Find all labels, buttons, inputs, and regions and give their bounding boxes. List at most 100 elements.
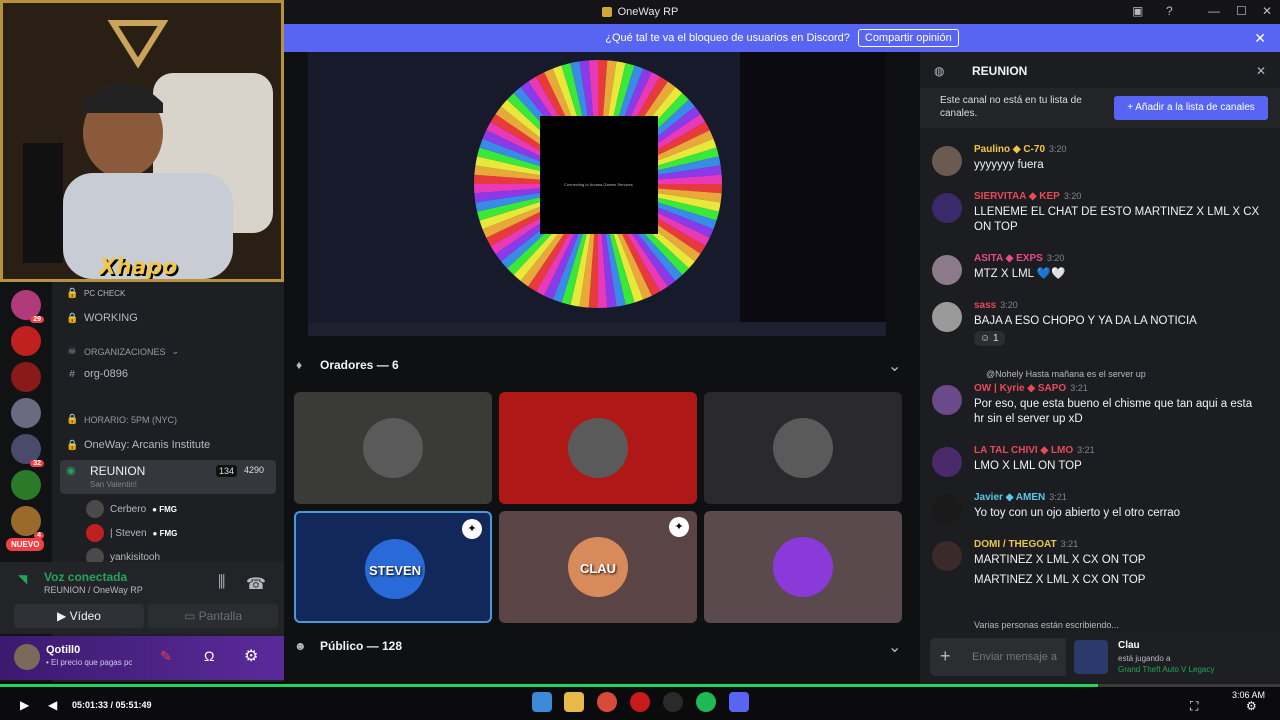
message-text: LMO X LML ON TOP bbox=[974, 460, 1082, 472]
user-count: 4290 bbox=[244, 465, 265, 475]
avatar bbox=[773, 537, 833, 597]
message-author: SIERVITAA ◆ KEP 3:20 bbox=[974, 191, 1082, 202]
app-logo-icon bbox=[601, 7, 612, 17]
disconnect-icon[interactable]: ☎ bbox=[246, 574, 266, 594]
user-tag: ● FMG bbox=[152, 504, 177, 514]
chevron-down-icon[interactable]: ⌄ bbox=[888, 356, 901, 376]
stage-view: Connecting to Arcana Games Services ♦ Or… bbox=[284, 52, 920, 684]
hash-icon: # bbox=[69, 368, 75, 380]
message-author: DOMI / THEGOAT 3:21 bbox=[974, 539, 1079, 550]
thread-icon: ◍ bbox=[934, 64, 945, 78]
category-organizaciones[interactable]: ☠ ORGANIZACIONES ⌄ bbox=[66, 346, 180, 357]
avatar bbox=[363, 418, 423, 478]
server-icon[interactable] bbox=[11, 326, 41, 356]
chat-message[interactable]: sass 3:20 BAJA A ESO CHOPO Y YA DA LA NOTI… bbox=[932, 300, 1272, 351]
speaker-tile[interactable]: STEVEN ✦ bbox=[294, 511, 492, 623]
voice-user-name: | Steven bbox=[110, 527, 147, 539]
play-icon[interactable]: ▶ bbox=[20, 698, 29, 712]
chat-message[interactable]: Javier ◆ AMEN 3:21 Yo toy con un ojo abier… bbox=[932, 492, 1272, 524]
typing-indicator: Varias personas están escribiendo... bbox=[974, 620, 1119, 630]
chat-channel-name: REUNION bbox=[972, 64, 1028, 78]
screen-button[interactable]: ▭ Pantalla bbox=[148, 604, 278, 628]
channel-reunion[interactable]: ◉ REUNION 134 4290 San Valentin! bbox=[60, 460, 276, 494]
spotify-icon[interactable] bbox=[696, 692, 716, 712]
user-panel: Qotill0 • El precio que pagas pc ✎ Ω ⚙ bbox=[0, 636, 284, 680]
headphones-icon[interactable]: Ω bbox=[204, 648, 214, 664]
chevron-down-icon[interactable]: ⌄ bbox=[888, 637, 901, 657]
voice-server-name: OneWay RP bbox=[93, 585, 143, 595]
screen-icon: ▭ bbox=[183, 609, 196, 623]
channel-working[interactable]: 🔒 WORKING bbox=[66, 312, 138, 324]
mic-icon[interactable]: ✎ bbox=[160, 648, 172, 665]
noise-icon[interactable]: ⫼ bbox=[218, 574, 225, 592]
new-badge: NUEVO bbox=[6, 538, 45, 551]
minimize-icon[interactable]: — bbox=[1208, 4, 1220, 18]
chat-panel: ◍ REUNION ✕ Este canal no está en tu lis… bbox=[920, 52, 1280, 684]
feedback-button[interactable]: Compartir opinión bbox=[857, 29, 959, 47]
server-icon[interactable]: 32 bbox=[11, 434, 44, 467]
discord-icon[interactable] bbox=[729, 692, 749, 712]
obs-icon[interactable] bbox=[663, 692, 683, 712]
lock-icon: 🔒 bbox=[66, 312, 79, 324]
channel-label: HORARIO: 5PM (NYC) bbox=[84, 414, 178, 425]
message-text: Por eso, que esta bueno el chisme que ta… bbox=[974, 398, 1253, 425]
chat-message[interactable]: ASITA ◆ EXPS 3:20 MTZ X LML 💙🤍 bbox=[932, 253, 1272, 285]
server-icon[interactable]: 29 bbox=[11, 290, 44, 323]
maximize-icon[interactable]: ☐ bbox=[1236, 4, 1247, 18]
voice-user[interactable]: | Steven ● FMG bbox=[86, 524, 177, 542]
volume-icon[interactable]: ◀ bbox=[48, 698, 57, 712]
chat-message[interactable]: LA TAL CHIVI ◆ LMO 3:21 LMO X LML ON TOP bbox=[932, 445, 1272, 477]
message-text: MARTINEZ X LML X CX ON TOP bbox=[974, 574, 1146, 586]
activity-toast[interactable]: Clau está jugando a Grand Theft Auto V L… bbox=[1066, 632, 1280, 682]
server-icon[interactable] bbox=[11, 470, 41, 500]
avatar[interactable] bbox=[14, 644, 40, 670]
close-icon[interactable]: ✕ bbox=[1254, 30, 1266, 47]
window-title: OneWay RP bbox=[617, 6, 679, 18]
chat-message[interactable]: SIERVITAA ◆ KEP 3:20 LLENEME EL CHAT DE ES… bbox=[932, 191, 1272, 235]
add-channel-button[interactable]: + Añadir a la lista de canales bbox=[1114, 96, 1268, 120]
help-icon[interactable]: ? bbox=[1166, 4, 1173, 18]
gear-icon[interactable]: ⚙ bbox=[244, 646, 258, 666]
channel-horario[interactable]: 🔒 HORARIO: 5PM (NYC) bbox=[66, 414, 177, 425]
speaker-tile[interactable] bbox=[704, 511, 902, 623]
voice-user[interactable]: Cerbero ● FMG bbox=[86, 500, 177, 518]
channel-institute[interactable]: 🔒 OneWay: Arcanis Institute bbox=[66, 439, 210, 451]
message-text: MARTINEZ X LML X CX ON TOP bbox=[974, 554, 1146, 566]
voice-user-name: yankisitooh bbox=[110, 551, 161, 563]
message-time: 3:20 bbox=[1046, 253, 1065, 263]
channel-org[interactable]: # org-0896 bbox=[66, 368, 128, 380]
speakers-header: Oradores — 6 bbox=[320, 358, 399, 372]
player-time: 05:01:33 / 05:51:49 bbox=[72, 700, 152, 710]
server-icon[interactable] bbox=[11, 398, 41, 428]
chat-message[interactable]: @Nohely Hasta mañana es el server up OW |… bbox=[932, 369, 1272, 427]
message-time: 3:21 bbox=[1077, 445, 1095, 455]
speaker-tile[interactable]: CLAU ✦ bbox=[499, 511, 697, 623]
folder-icon[interactable] bbox=[564, 692, 584, 712]
chat-message[interactable]: DOMI / THEGOAT 3:21 MARTINEZ X LML X CX ON… bbox=[932, 539, 1272, 588]
close-window-icon[interactable]: ✕ bbox=[1262, 4, 1272, 18]
plus-icon[interactable]: + bbox=[940, 646, 951, 667]
message-text: BAJA A ESO CHOPO Y YA DA LA NOTICIA bbox=[974, 315, 1197, 327]
chat-message[interactable]: Paulino ◆ C-70 3:20 yyyyyyy fuera bbox=[932, 144, 1272, 176]
reaction-chip[interactable]: ☺ 1 bbox=[974, 331, 1005, 346]
fullscreen-icon[interactable]: ⛶ bbox=[1190, 699, 1198, 714]
settings-icon[interactable]: ⚙ bbox=[1246, 699, 1257, 713]
avatar bbox=[932, 255, 962, 285]
close-icon[interactable]: ✕ bbox=[1256, 64, 1266, 78]
video-button[interactable]: ▶ Vídeo bbox=[14, 604, 144, 628]
speaker-tile[interactable] bbox=[294, 392, 492, 504]
speaker-tile[interactable] bbox=[499, 392, 697, 504]
channel-pc-check[interactable]: 🔒 PC CHECK bbox=[66, 288, 125, 299]
chrome-icon[interactable] bbox=[597, 692, 617, 712]
windows-icon[interactable] bbox=[532, 692, 552, 712]
inbox-icon[interactable]: ▣ bbox=[1132, 4, 1143, 18]
avatar bbox=[932, 494, 962, 524]
shared-screen[interactable]: Connecting to Arcana Games Services bbox=[308, 52, 886, 336]
message-input[interactable] bbox=[972, 646, 1062, 668]
speaker-tile[interactable] bbox=[704, 392, 902, 504]
app-icon[interactable] bbox=[630, 692, 650, 712]
app-root: OneWay RP ▣ ? — ☐ ✕ ¿Qué tal te va el bl… bbox=[0, 0, 1280, 720]
server-icon[interactable]: 4 bbox=[11, 506, 44, 539]
avatar bbox=[1074, 640, 1108, 674]
server-icon[interactable] bbox=[11, 362, 41, 392]
